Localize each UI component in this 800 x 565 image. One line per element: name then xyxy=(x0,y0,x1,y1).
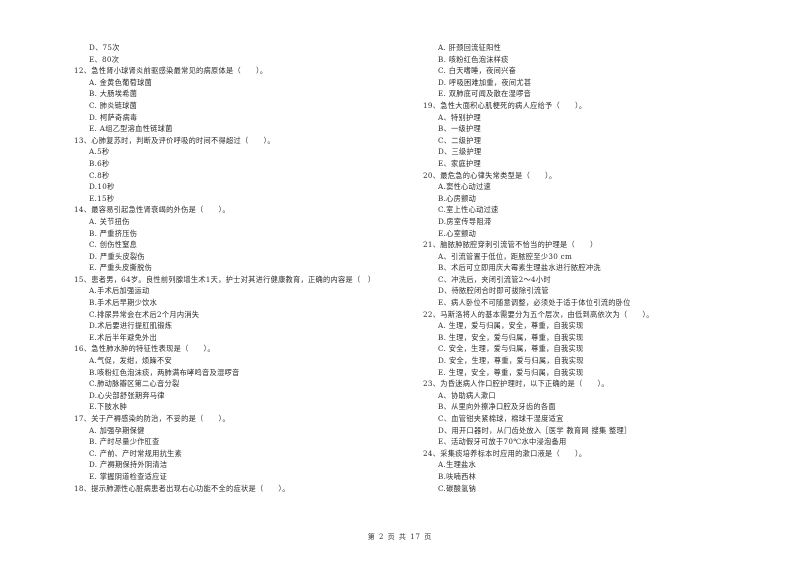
answer-option: A. 加强孕期保健 xyxy=(89,425,145,435)
answer-option: E.下肢水肿 xyxy=(89,402,128,412)
answer-option: A.窦性心动过速 xyxy=(438,182,492,192)
question-stem: 15、患者男，64岁。良性前列腺增生术1天，护士对其进行健康教育，正确的内容是（… xyxy=(74,274,376,284)
answer-option: C.碳酸氢钠 xyxy=(438,483,477,493)
answer-option: B. 咳粉红色泡沫样痰 xyxy=(438,54,509,64)
answer-option: E、病人卧位不可随意调整，必须处于适于体位引流的卧位 xyxy=(438,298,631,308)
answer-option: C.肺动脉瓣区第二心音分裂 xyxy=(89,379,180,389)
answer-option: B.咳粉红色泡沫痰，两肺满布哮鸣音及湿啰音 xyxy=(89,367,240,377)
answer-option: B. 产时尽量少作肛查 xyxy=(89,437,160,447)
question-stem: 12、急性肾小球肾炎前驱感染最常见的病原体是（ ）。 xyxy=(74,66,268,76)
answer-option: A、特别护理 xyxy=(438,112,481,122)
answer-option: B、从里向外擦净口腔及牙齿的各面 xyxy=(438,402,556,412)
answer-option: C.排尿异常会在术后2个月内消失 xyxy=(89,309,200,319)
answer-option: A. 肝颈回流征阳性 xyxy=(438,43,502,52)
question-stem: 14、最容易引起急性肾衰竭的外伤是（ ）。 xyxy=(74,205,230,215)
answer-option: B.手术后早期少饮水 xyxy=(89,298,158,308)
question-stem: 24、采集痰培养标本时应用的漱口液是（ ）。 xyxy=(423,448,587,458)
question-stem: 23、为昏迷病人作口腔护理时，以下正确的是（ ）。 xyxy=(423,379,609,389)
answer-option: E. 生理，安全，尊重，爱与归属，自我实现 xyxy=(438,367,584,377)
answer-option: C、二级护理 xyxy=(438,135,482,145)
answer-option: D、三级护理 xyxy=(438,147,482,157)
question-stem: 16、急性肺水肿的特征性表现是（ ）。 xyxy=(74,344,215,354)
answer-option: C、冲洗后，夹闭引流管2～4小时 xyxy=(438,274,551,284)
answer-option: A.气促，发绀，烦躁不安 xyxy=(89,356,172,366)
answer-option: E. 严重头皮撕脱伤 xyxy=(89,263,153,273)
answer-option: E、活动假牙可放于70℃水中浸泡备用 xyxy=(438,437,567,447)
answer-option: C. 创伤性窒息 xyxy=(89,240,138,250)
answer-option: E.15秒 xyxy=(89,193,115,203)
question-stem: 19、急性大面积心肌梗死的病人应给予（ ）。 xyxy=(423,100,587,110)
page-footer: 第 2 页 共 17 页 xyxy=(367,533,433,541)
answer-option: E. A组乙型溶血性链球菌 xyxy=(89,124,173,134)
answer-option: D.房室传导阻滞 xyxy=(438,216,492,226)
answer-option: C、血管钳夹紧棉球，棉球干湿度适宜 xyxy=(438,414,564,423)
question-stem: 21、脑脓肿脓腔穿刺引流管不恰当的护理是（ ） xyxy=(423,240,598,250)
answer-option: D、75次 xyxy=(89,43,120,52)
answer-option: C.室上性心动过速 xyxy=(438,205,499,215)
answer-option: B. 严重挤压伤 xyxy=(89,228,138,238)
answer-option: A、引流管置于低位，距脓腔至少30 cm xyxy=(438,251,573,261)
answer-option: D、用开口器时，从门齿处放入［医学 教育网 搜集 整理］ xyxy=(438,425,632,435)
question-stem: 13、心肺复苏时，判断及评价呼吸的时间不得超过（ ）。 xyxy=(74,135,275,145)
answer-option: E.心室颤动 xyxy=(438,228,477,238)
answer-option: B、一级护理 xyxy=(438,124,482,134)
answer-option: B.心房颤动 xyxy=(438,193,477,203)
answer-option: D.术后要进行提肛肌锻炼 xyxy=(89,321,173,331)
answer-option: A.手术后加强运动 xyxy=(89,286,150,296)
answer-option: B.呋喃西林 xyxy=(438,471,477,481)
answer-option: D、待脓腔闭合时即可拔除引流管 xyxy=(438,286,549,296)
answer-option: D.心尖部舒张期奔马律 xyxy=(89,390,165,400)
answer-option: D. 安全，生理，尊重，爱与归属，自我实现 xyxy=(438,356,584,366)
right-column: A. 肝颈回流征阳性 B. 咳粉红色泡沫样痰 C. 白天嗜睡，夜间兴奋 D. 呼吸困难… xyxy=(423,42,753,494)
answer-option: E. 双肺底可闻及散在湿啰音 xyxy=(438,89,532,99)
answer-option: C. 安全，生理，爱与归属，尊重，自我实现 xyxy=(438,344,584,354)
answer-option: D. 严重头皮裂伤 xyxy=(89,251,145,261)
answer-option: D.10秒 xyxy=(89,182,115,192)
answer-option: D. 产褥期保持外阴清洁 xyxy=(89,460,168,470)
answer-option: A.生理盐水 xyxy=(438,460,477,470)
document-page: D、75次 E、80次 12、急性肾小球肾炎前驱感染最常见的病原体是（ ）。 A. 金… xyxy=(0,0,800,565)
question-stem: 17、关于产褥感染的防治，不妥的是（ ）。 xyxy=(74,414,230,423)
answer-option: B. 大肠埃希菌 xyxy=(89,89,138,99)
answer-option: B. 生理，安全，爱与归属，尊重，自我实现 xyxy=(438,332,584,342)
answer-option: A. 金黄色葡萄球菌 xyxy=(89,77,153,87)
answer-option: B.6秒 xyxy=(89,158,110,168)
question-stem: 20、最危急的心律失常类型是（ ）。 xyxy=(423,170,557,180)
answer-option: C. 肺炎链球菌 xyxy=(89,100,138,110)
answer-option: A、协助病人漱口 xyxy=(438,390,496,400)
answer-option: D. 呼吸困难加重，夜间尤甚 xyxy=(438,77,532,87)
answer-option: E. 掌握阴道检查适应证 xyxy=(89,471,168,481)
answer-option: A.5秒 xyxy=(89,147,110,157)
answer-option: B、术后可立即用庆大霉素生理盐水进行脓腔冲洗 xyxy=(438,263,601,273)
question-stem: 18、提示肺源性心脏病患者出现右心功能不全的症状是（ ）。 xyxy=(74,483,290,493)
answer-option: A. 生理，爱与归属，安全，尊重，自我实现 xyxy=(438,321,584,331)
answer-option: C. 产前、产时常规用抗生素 xyxy=(89,448,183,458)
left-column: D、75次 E、80次 12、急性肾小球肾炎前驱感染最常见的病原体是（ ）。 A. 金… xyxy=(74,42,404,494)
answer-option: E、家庭护理 xyxy=(438,158,481,168)
answer-option: C.8秒 xyxy=(89,170,110,180)
answer-option: E.术后半年避免外出 xyxy=(89,332,158,342)
answer-option: E、80次 xyxy=(89,54,120,64)
answer-option: D. 柯萨奇病毒 xyxy=(89,112,138,122)
question-stem: 22、马斯洛将人的基本需要分为五个层次，由低到高依次为（ ）。 xyxy=(423,309,654,319)
answer-option: A. 关节扭伤 xyxy=(89,216,130,226)
answer-option: C. 白天嗜睡，夜间兴奋 xyxy=(438,66,517,76)
